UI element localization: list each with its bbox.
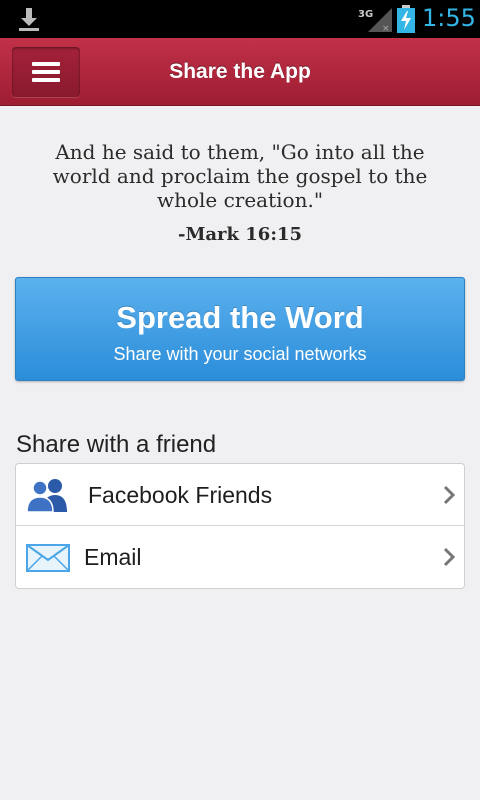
status-bar: 3G × 1:55	[0, 0, 480, 38]
menu-button[interactable]	[12, 47, 80, 97]
facebook-friends-label: Facebook Friends	[88, 482, 273, 508]
page-title: Share the App	[169, 60, 311, 83]
status-clock: 1:55	[422, 4, 476, 32]
share-section-title: Share with a friend	[16, 431, 217, 458]
envelope-icon	[26, 544, 70, 572]
verse-text: And he said to them, "Go into all the wo…	[52, 140, 428, 212]
list-item-facebook-friends[interactable]: Facebook Friends	[16, 464, 464, 526]
network-type-label: 3G	[358, 9, 373, 20]
spread-button-title: Spread the Word	[116, 300, 364, 335]
verse-reference: -Mark 16:15	[177, 224, 303, 245]
spread-the-word-button[interactable]: Spread the Word Share with your social n…	[15, 277, 465, 381]
signal-icon: 3G ×	[358, 8, 392, 32]
list-item-email[interactable]: Email	[16, 526, 464, 588]
spread-button-subtitle: Share with your social networks	[113, 344, 367, 364]
chevron-right-icon	[443, 547, 456, 567]
chevron-right-icon	[443, 485, 456, 505]
svg-text:×: ×	[382, 24, 390, 32]
friends-icon	[26, 479, 67, 512]
download-icon	[19, 8, 39, 31]
share-list: Facebook Friends Email	[15, 463, 465, 589]
battery-charging-icon	[397, 5, 415, 33]
email-label: Email	[84, 544, 142, 570]
app-bar: Share the App	[0, 38, 480, 106]
